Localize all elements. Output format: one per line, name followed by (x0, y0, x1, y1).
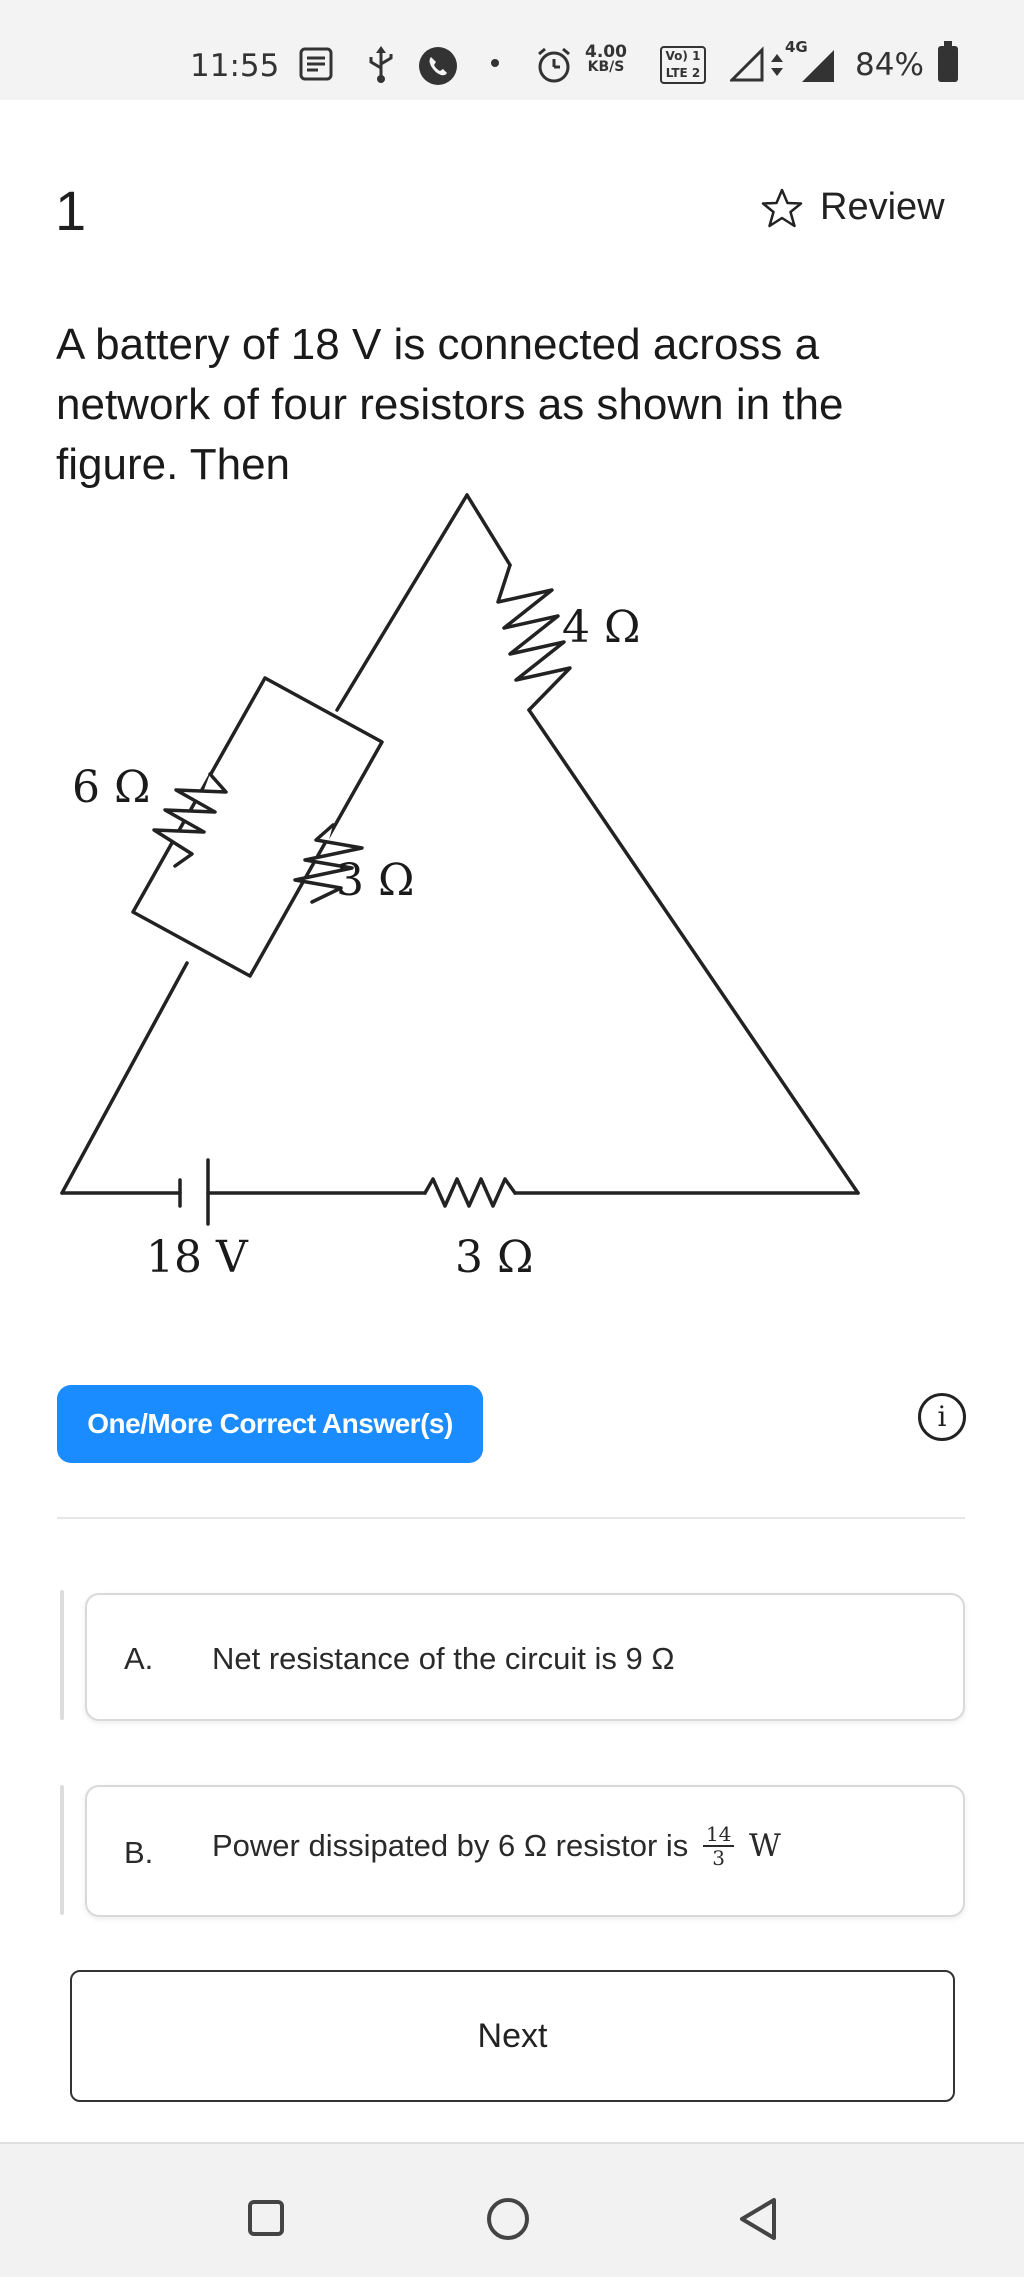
option-b[interactable]: B. Power dissipated by 6 Ω resistor is 1… (85, 1785, 965, 1917)
back-icon[interactable] (738, 2196, 778, 2242)
dot-icon (491, 59, 499, 67)
review-label: Review (820, 186, 945, 228)
option-b-marker (60, 1785, 64, 1915)
signal-empty-icon (730, 46, 764, 82)
option-b-fraction-den: 3 (712, 1846, 726, 1870)
phone-call-icon (419, 47, 457, 85)
label-18v: 18 V (146, 1232, 249, 1283)
system-nav-bar (0, 2142, 1024, 2277)
usb-icon (369, 46, 393, 83)
left-wire-upper (335, 493, 469, 712)
option-a-marker (60, 1590, 64, 1720)
label-4ohm: 4 Ω (562, 602, 640, 653)
star-outline-icon (761, 188, 803, 227)
option-a[interactable]: A. Net resistance of the circuit is 9 Ω (85, 1593, 965, 1721)
net-speed-unit: KB/S (587, 59, 625, 75)
right-resistor-4ohm (496, 563, 572, 712)
net-speed-value: 4.00 (585, 42, 627, 62)
alarm-icon (538, 47, 570, 83)
next-button[interactable]: Next (70, 1970, 955, 2102)
label-3ohm-inner: 3 Ω (336, 855, 414, 906)
question-text: A battery of 18 V is connected across a … (56, 320, 844, 489)
recent-apps-icon[interactable] (248, 2200, 284, 2236)
left-wire-lower (60, 961, 189, 1195)
battery-percent: 84% (855, 47, 924, 83)
status-time: 11:55 (190, 48, 280, 84)
question-number: 1 (55, 179, 87, 242)
circuit-diagram: 4 Ω 6 Ω 3 Ω 18 V 3 Ω (60, 493, 860, 1283)
option-b-text: Power dissipated by 6 Ω resistor is 14 3… (212, 1823, 781, 1869)
info-icon[interactable]: i (918, 1393, 966, 1441)
signal-full-icon (802, 50, 834, 82)
parallel-box (131, 676, 384, 978)
option-b-letter: B. (124, 1835, 154, 1870)
option-a-text: Net resistance of the circuit is 9 Ω (212, 1641, 675, 1676)
notes-icon (299, 47, 333, 81)
home-icon[interactable] (487, 2198, 529, 2240)
volte-line: Vo) 1 (665, 49, 701, 63)
label-6ohm: 6 Ω (72, 762, 150, 813)
right-wire-upper (465, 493, 512, 567)
circuit-figure: 4 Ω 6 Ω 3 Ω 18 V 3 Ω (50, 490, 860, 1290)
option-b-text-prefix: Power dissipated by 6 Ω resistor is (212, 1828, 689, 1863)
status-bar: 11:55 4.00 KB/S Vo) 1 LTE 2 4G 84% (0, 0, 1024, 100)
option-b-unit: W (749, 1828, 781, 1864)
right-wire-lower (527, 708, 860, 1195)
battery-icon (938, 41, 958, 82)
option-b-fraction-num: 14 (702, 1823, 735, 1847)
divider (57, 1517, 965, 1519)
option-b-fraction: 14 3 (702, 1823, 735, 1870)
lte-line: LTE 2 (665, 66, 701, 80)
volte-lte-badge: Vo) 1 LTE 2 (660, 46, 706, 84)
bottom-resistor-3ohm (423, 1177, 517, 1208)
option-a-letter: A. (124, 1641, 154, 1676)
review-button[interactable]: Review (760, 186, 945, 229)
data-arrows-icon (771, 54, 783, 76)
label-3ohm-bottom: 3 Ω (455, 1232, 533, 1283)
answer-type-badge: One/More Correct Answer(s) (57, 1385, 483, 1463)
net-speed: 4.00 KB/S (585, 42, 627, 75)
